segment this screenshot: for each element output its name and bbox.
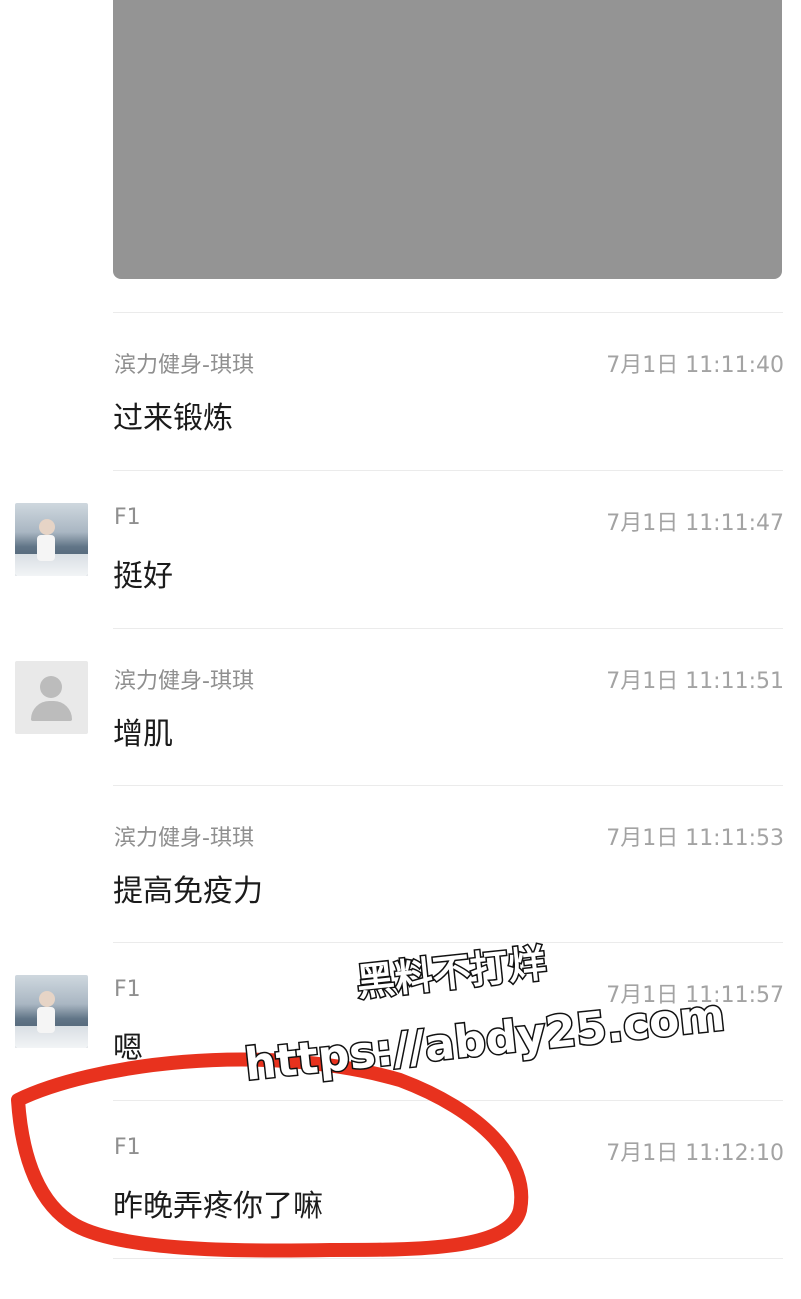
message-time: 7月1日 11:11:40	[606, 353, 784, 378]
message-item[interactable]: F1 7月1日 11:11:57 嗯	[0, 943, 801, 1100]
divider	[113, 1258, 783, 1259]
avatar[interactable]	[15, 503, 88, 576]
shared-image[interactable]	[113, 0, 782, 279]
person-icon	[39, 519, 55, 535]
message-time: 7月1日 11:11:47	[606, 511, 784, 536]
message-time: 7月1日 11:11:57	[606, 983, 784, 1008]
sender-name: F1	[114, 977, 141, 1002]
default-person-icon	[40, 676, 62, 698]
avatar[interactable]	[15, 975, 88, 1048]
sender-name: 滨力健身-琪琪	[114, 826, 254, 851]
message-text: 提高免疫力	[113, 874, 263, 909]
message-item[interactable]: 滨力健身-琪琪 7月1日 11:11:40 过来锻炼	[0, 313, 801, 470]
message-text: 增肌	[113, 717, 173, 752]
message-time: 7月1日 11:11:53	[606, 826, 784, 851]
message-time: 7月1日 11:12:10	[606, 1141, 784, 1166]
message-text: 昨晚弄疼你了嘛	[113, 1189, 323, 1224]
person-icon	[39, 991, 55, 1007]
message-text: 过来锻炼	[113, 401, 233, 436]
message-text: 嗯	[113, 1031, 143, 1066]
avatar[interactable]	[15, 661, 88, 734]
sender-name: 滨力健身-琪琪	[114, 669, 254, 694]
message-time: 7月1日 11:11:51	[606, 669, 784, 694]
sender-name: 滨力健身-琪琪	[114, 353, 254, 378]
message-item[interactable]: 滨力健身-琪琪 7月1日 11:11:51 增肌	[0, 629, 801, 786]
sender-name: F1	[114, 505, 141, 530]
message-item[interactable]: F1 7月1日 11:12:10 昨晚弄疼你了嘛	[0, 1101, 801, 1258]
sender-name: F1	[114, 1135, 141, 1160]
message-item[interactable]: 滨力健身-琪琪 7月1日 11:11:53 提高免疫力	[0, 786, 801, 943]
message-text: 挺好	[113, 559, 173, 594]
message-item[interactable]: F1 7月1日 11:11:47 挺好	[0, 471, 801, 628]
